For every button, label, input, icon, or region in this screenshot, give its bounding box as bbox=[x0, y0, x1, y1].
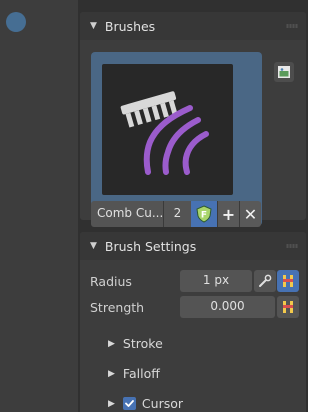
unlink-brush-button[interactable]: ✕ bbox=[239, 201, 261, 227]
new-brush-button[interactable]: + bbox=[217, 201, 239, 227]
cursor-subpanel-header[interactable]: ▶ Cursor bbox=[108, 396, 183, 411]
fake-user-shield-icon: F bbox=[196, 205, 212, 223]
close-icon: ✕ bbox=[243, 204, 258, 224]
plus-icon: + bbox=[221, 204, 236, 224]
add-image-button[interactable] bbox=[274, 62, 294, 82]
image-add-icon bbox=[278, 66, 290, 78]
checkmark-icon bbox=[125, 400, 134, 407]
collapsed-arrow-icon: ▶ bbox=[108, 368, 115, 379]
falloff-subpanel-label: Falloff bbox=[122, 366, 160, 381]
brush-settings-header[interactable]: ▼ Brush Settings bbox=[80, 232, 306, 260]
radius-unit-button[interactable] bbox=[254, 270, 276, 292]
falloff-subpanel-header[interactable]: ▶ Falloff bbox=[108, 366, 160, 381]
brushes-panel: ▼ Brushes Comb Cu... 2 F + ✕ bbox=[80, 12, 306, 227]
fake-user-button[interactable]: F bbox=[191, 201, 217, 227]
radius-pressure-button[interactable] bbox=[277, 270, 299, 292]
drag-grip-icon[interactable] bbox=[286, 244, 298, 248]
window-edge bbox=[308, 0, 314, 412]
svg-text:F: F bbox=[201, 211, 207, 221]
brush-thumbnail[interactable] bbox=[102, 64, 233, 195]
comb-brush-icon bbox=[120, 91, 209, 175]
cursor-checkbox[interactable] bbox=[122, 397, 136, 410]
collapsed-arrow-icon: ▶ bbox=[108, 338, 115, 349]
brush-settings-title: Brush Settings bbox=[104, 238, 197, 254]
brushes-panel-header[interactable]: ▼ Brushes bbox=[80, 12, 306, 40]
expand-arrow-icon[interactable]: ▼ bbox=[90, 21, 97, 31]
radius-label: Radius bbox=[90, 274, 132, 289]
expand-arrow-icon[interactable]: ▼ bbox=[90, 241, 97, 251]
brushes-panel-title: Brushes bbox=[104, 18, 156, 34]
tablet-pressure-icon bbox=[283, 275, 293, 287]
stroke-subpanel-label: Stroke bbox=[122, 336, 163, 351]
strength-label: Strength bbox=[90, 300, 145, 315]
strength-field[interactable]: 0.000 bbox=[180, 296, 275, 318]
navigation-gizmo[interactable] bbox=[6, 12, 26, 32]
brush-users-count[interactable]: 2 bbox=[163, 201, 191, 227]
cursor-subpanel-label: Cursor bbox=[141, 396, 184, 411]
eyedropper-icon bbox=[259, 274, 272, 287]
viewport-area[interactable] bbox=[0, 0, 78, 412]
brush-datablock-selector: Comb Cu... 2 F + ✕ bbox=[91, 201, 261, 227]
brush-settings-panel: ▼ Brush Settings Radius 1 px Strength 0.… bbox=[80, 232, 306, 412]
radius-field[interactable]: 1 px bbox=[180, 270, 252, 292]
collapsed-arrow-icon: ▶ bbox=[108, 398, 115, 409]
stroke-subpanel-header[interactable]: ▶ Stroke bbox=[108, 336, 163, 351]
drag-grip-icon[interactable] bbox=[286, 24, 298, 28]
brush-name-field[interactable]: Comb Cu... bbox=[91, 201, 163, 227]
tablet-pressure-icon bbox=[283, 301, 293, 313]
strength-pressure-button[interactable] bbox=[277, 296, 299, 318]
